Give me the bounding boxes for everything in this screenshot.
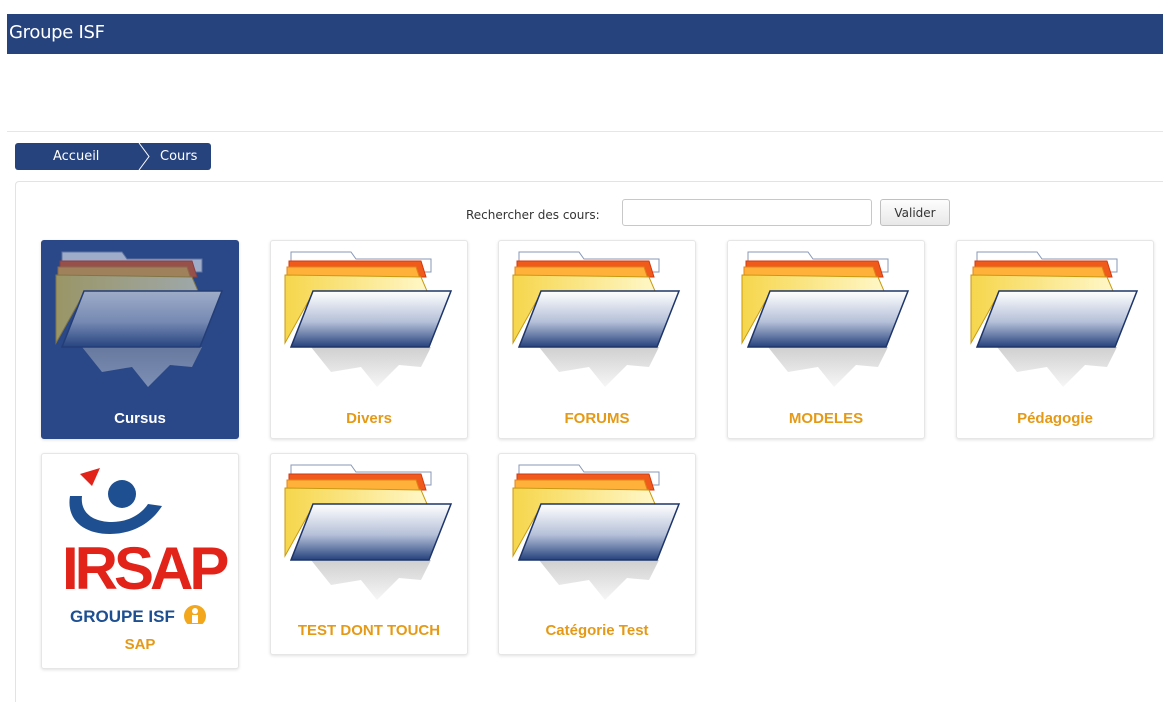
logo-text: IRSAP <box>62 535 227 602</box>
folder-icon <box>284 464 452 601</box>
category-tile-modeles[interactable]: MODELES <box>727 240 925 439</box>
folder-icon <box>970 251 1138 388</box>
category-label: FORUMS <box>564 410 630 427</box>
breadcrumb-current[interactable]: Cours <box>160 149 197 164</box>
category-tile-categorie-test[interactable]: Catégorie Test <box>498 453 696 655</box>
breadcrumb: Accueil Cours <box>15 143 211 170</box>
site-title[interactable]: Groupe ISF <box>9 22 105 43</box>
category-tile-forums[interactable]: FORUMS <box>498 240 696 439</box>
top-header-bar: Groupe ISF <box>7 14 1163 54</box>
category-tile-divers[interactable]: Divers <box>270 240 468 439</box>
category-label: Cursus <box>114 410 166 427</box>
irsap-logo: IRSAP GROUPE ISF <box>62 468 231 624</box>
category-label: SAP <box>124 636 156 653</box>
search-input[interactable] <box>622 199 872 226</box>
category-label: Catégorie Test <box>545 622 649 639</box>
folder-icon <box>284 251 452 388</box>
breadcrumb-separator-icon <box>138 143 150 170</box>
category-tile-pedagogie[interactable]: Pédagogie <box>956 240 1154 439</box>
logo-subtext: GROUPE ISF <box>70 607 175 624</box>
folder-icon <box>741 251 909 388</box>
breadcrumb-home-link[interactable]: Accueil <box>53 149 99 164</box>
search-label: Rechercher des cours: <box>466 208 600 222</box>
folder-icon <box>512 464 680 601</box>
category-label: TEST DONT TOUCH <box>297 622 441 639</box>
divider <box>7 131 1163 132</box>
category-tile-cursus[interactable]: Cursus <box>41 240 239 439</box>
category-label: Pédagogie <box>1017 410 1093 427</box>
search-submit-button[interactable]: Valider <box>880 199 950 226</box>
category-label: Divers <box>346 410 392 427</box>
folder-icon <box>512 251 680 388</box>
category-tile-test-dont-touch[interactable]: TEST DONT TOUCH <box>270 453 468 655</box>
folder-icon <box>55 251 223 388</box>
category-tile-sap[interactable]: IRSAP GROUPE ISF SAP <box>41 453 239 669</box>
category-label: MODELES <box>788 410 864 427</box>
